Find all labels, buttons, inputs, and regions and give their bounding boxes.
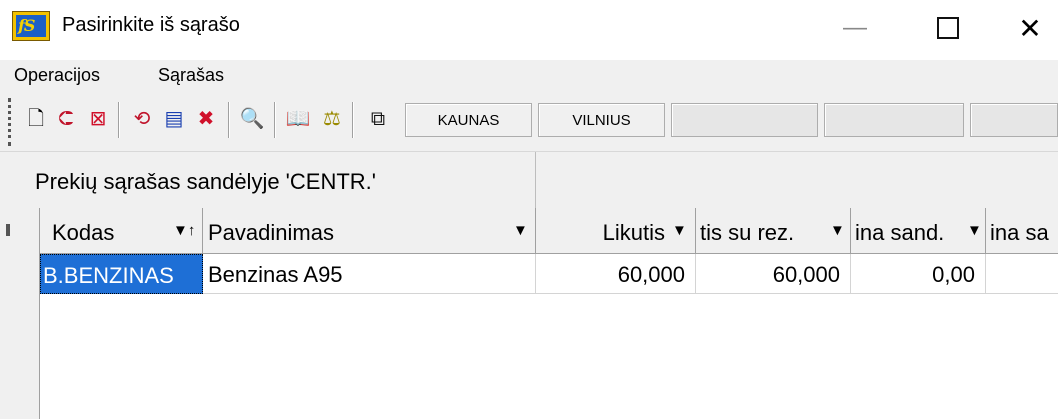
new-document-icon[interactable]: 🗋 <box>22 105 50 133</box>
close-button[interactable]: ✕ <box>1000 0 1058 56</box>
cell-likutis[interactable]: 60,000 <box>536 254 696 294</box>
cell-kaina-sa[interactable] <box>986 254 1058 294</box>
cell-pavadinimas[interactable]: Benzinas A95 <box>203 254 536 294</box>
row-indicator-icon <box>6 224 10 236</box>
vilnius-button[interactable]: VILNIUS <box>538 103 665 137</box>
blank-warehouse-button[interactable] <box>671 103 818 137</box>
filter-dropdown-icon[interactable]: ▼ <box>967 222 982 239</box>
toolbar-separator <box>274 102 276 138</box>
cell-kaina-sand[interactable]: 0,00 <box>851 254 986 294</box>
maximize-icon <box>937 17 959 39</box>
column-header-kodas[interactable]: Kodas ▼↑ <box>40 208 203 254</box>
cell-kodas[interactable]: B.BENZINAS <box>40 254 203 294</box>
column-header-kaina-sa[interactable]: ina sa <box>986 208 1058 254</box>
column-header-likutis-su-rez[interactable]: tis su rez. ▼ <box>696 208 851 254</box>
column-header-kaina-sand[interactable]: ina sand. ▼ <box>851 208 986 254</box>
column-header-label: tis su rez. <box>700 220 795 245</box>
app-logo-icon: fS <box>12 11 50 41</box>
toolbar: 🗋 ⮈ ⊠ ⟲ ▤ ✖ 🔍 📖 ⚖ ⧉ KAUNAS VILNIUS <box>0 92 1058 152</box>
toolbar-grip[interactable] <box>8 98 11 146</box>
find-icon[interactable]: 🔍 <box>238 105 266 133</box>
column-header-label: ina sand. <box>855 220 945 245</box>
kaunas-button[interactable]: KAUNAS <box>405 103 532 137</box>
minimize-button[interactable]: — <box>825 0 885 56</box>
copy-icon[interactable]: ⧉ <box>364 105 392 133</box>
column-header-label: ina sa <box>990 220 1049 245</box>
toolbar-separator <box>228 102 230 138</box>
panel-header: Prekių sąrašas sandėlyje 'CENTR.' <box>0 152 1058 208</box>
filter-dropdown-icon[interactable]: ▼ <box>672 222 687 239</box>
filter-dropdown-icon[interactable]: ▼ <box>830 222 845 239</box>
sort-ascending-icon[interactable]: ▼↑ <box>173 222 195 239</box>
blank-warehouse-button[interactable] <box>970 103 1058 137</box>
product-grid: Kodas ▼↑ Pavadinimas ▼ Likutis ▼ tis su … <box>0 208 1058 419</box>
row-indicator-column <box>0 208 40 419</box>
menu-operacijos[interactable]: Operacijos <box>14 65 100 86</box>
column-header-pavadinimas[interactable]: Pavadinimas ▼ <box>203 208 536 254</box>
blank-warehouse-button[interactable] <box>824 103 964 137</box>
catalog-icon[interactable]: 📖 <box>284 105 312 133</box>
edit-icon[interactable]: ▤ <box>160 105 188 133</box>
toolbar-separator <box>352 102 354 138</box>
filter-dropdown-icon[interactable]: ▼ <box>513 222 528 239</box>
window-title: Pasirinkite iš sąrašo <box>62 14 240 36</box>
column-header-likutis[interactable]: Likutis ▼ <box>536 208 696 254</box>
delete-icon[interactable]: ⊠ <box>84 105 112 133</box>
refresh-icon[interactable]: ⟲ <box>128 105 156 133</box>
maximize-button[interactable] <box>918 0 978 56</box>
cell-likutis-su-rez[interactable]: 60,000 <box>696 254 851 294</box>
toolbar-separator <box>118 102 120 138</box>
remove-filter-icon[interactable]: ✖ <box>192 105 220 133</box>
minimize-icon: — <box>843 14 867 41</box>
table-row[interactable]: B.BENZINAS Benzinas A95 60,000 60,000 0,… <box>40 254 1058 294</box>
menu-sarasas[interactable]: Sąrašas <box>158 65 224 86</box>
column-header-label: Pavadinimas <box>208 220 334 245</box>
title-bar: fS Pasirinkite iš sąrašo — ✕ <box>0 0 1058 60</box>
import-icon[interactable]: ⮈ <box>52 105 80 133</box>
close-icon: ✕ <box>1018 12 1042 44</box>
column-header-label: Kodas <box>52 220 115 245</box>
column-header-label: Likutis <box>602 220 665 245</box>
panel-title: Prekių sąrašas sandėlyje 'CENTR.' <box>0 152 536 208</box>
weight-icon[interactable]: ⚖ <box>318 105 346 133</box>
menu-bar: Operacijos Sąrašas <box>0 60 1058 92</box>
grid-header-row: Kodas ▼↑ Pavadinimas ▼ Likutis ▼ tis su … <box>40 208 1058 254</box>
